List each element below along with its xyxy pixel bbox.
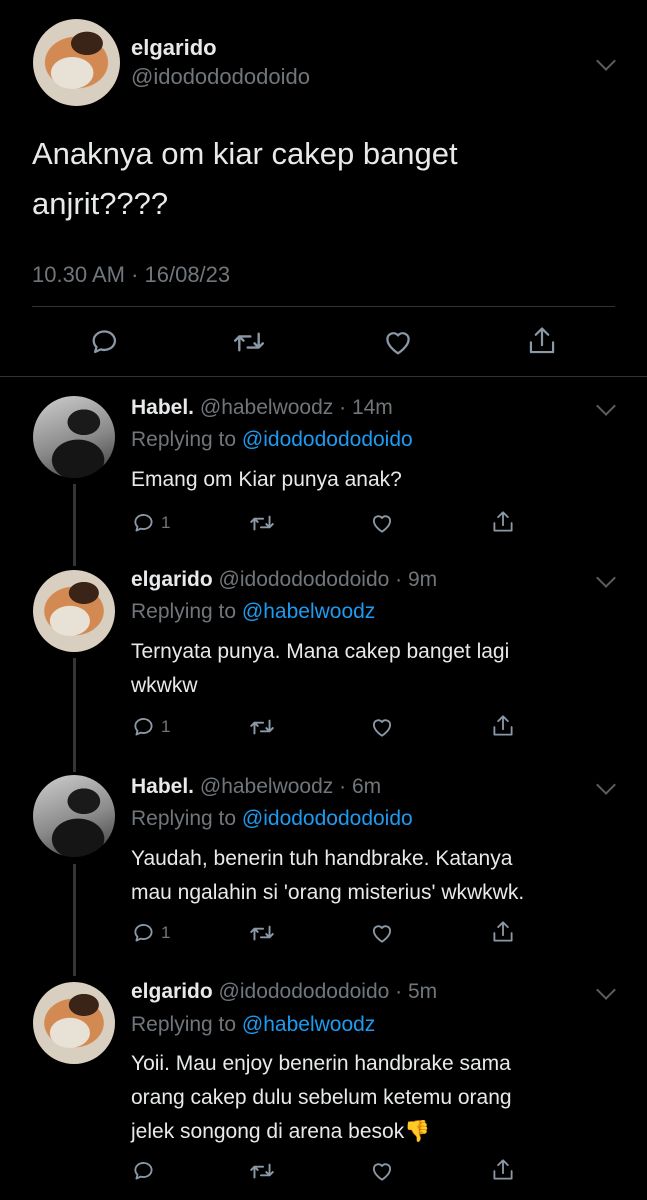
author-meta[interactable]: @habelwoodz · 6m [200, 775, 381, 798]
chevron-down-icon[interactable] [596, 568, 616, 588]
replying-label: Replying to [131, 600, 237, 623]
thread-line [73, 484, 76, 566]
avatar[interactable] [33, 570, 115, 652]
heart-icon[interactable] [381, 325, 415, 359]
reply-text-line: Emang om Kiar punya anak? [131, 468, 402, 491]
share-icon[interactable] [525, 323, 559, 359]
mention-link[interactable]: @idododododoido [242, 807, 413, 830]
replying-label: Replying to [131, 428, 237, 451]
author-name[interactable]: Habel. [131, 775, 194, 798]
author-name[interactable]: elgarido [131, 568, 213, 591]
avatar[interactable] [33, 982, 115, 1064]
share-icon[interactable] [490, 1156, 516, 1184]
share-icon[interactable] [490, 508, 516, 536]
avatar[interactable] [33, 396, 115, 478]
mention-link[interactable]: @idododododoido [242, 428, 413, 451]
tweet-text-line: anjrit???? [32, 186, 169, 221]
tweet-text-line: Anaknya om kiar cakep banget [32, 136, 458, 171]
author-meta[interactable]: @idododododoido · 9m [219, 568, 438, 591]
reply-header: Habel. @habelwoodz · 14m [131, 396, 393, 420]
replying-to: Replying to @habelwoodz [131, 1013, 375, 1037]
reply-text-line: wkwkw [131, 674, 198, 697]
timestamp: 10.30 AM · 16/08/23 [32, 262, 231, 287]
reply-header: Habel. @habelwoodz · 6m [131, 775, 381, 799]
share-icon[interactable] [490, 712, 516, 740]
reply-icon[interactable] [88, 325, 122, 359]
author-meta[interactable]: @idododododoido · 5m [219, 980, 438, 1003]
chevron-down-icon[interactable] [596, 775, 616, 795]
author-meta[interactable]: @habelwoodz · 14m [200, 396, 393, 419]
divider [0, 376, 647, 377]
chevron-down-icon[interactable] [596, 396, 616, 416]
avatar[interactable] [33, 19, 120, 106]
divider [32, 306, 615, 307]
heart-icon[interactable] [369, 1158, 395, 1184]
share-icon[interactable] [490, 918, 516, 946]
retweet-icon[interactable] [231, 325, 267, 359]
reply-icon[interactable] [131, 510, 157, 536]
replying-to: Replying to @idododododoido [131, 428, 413, 452]
reply-icon[interactable] [131, 1158, 157, 1184]
retweet-icon[interactable] [248, 920, 276, 946]
thread-line [73, 864, 76, 976]
replying-to: Replying to @idododododoido [131, 807, 413, 831]
thread-line [73, 658, 76, 772]
replying-label: Replying to [131, 1013, 237, 1036]
mention-link[interactable]: @habelwoodz [242, 1013, 375, 1036]
reply-text-line: jelek songong di arena besok👎 [131, 1120, 431, 1143]
chevron-down-icon[interactable] [596, 51, 616, 71]
reply-count: 1 [161, 717, 171, 736]
reply-header: elgarido @idododododoido · 9m [131, 568, 437, 592]
reply-text-line: Yaudah, benerin tuh handbrake. Katanya [131, 847, 513, 870]
reply-text-line: Yoii. Mau enjoy benerin handbrake sama [131, 1052, 511, 1075]
retweet-icon[interactable] [248, 714, 276, 740]
author-name[interactable]: elgarido [131, 980, 213, 1003]
author-name[interactable]: elgarido [131, 35, 217, 61]
reply-text-line: Ternyata punya. Mana cakep banget lagi [131, 640, 510, 663]
reply-text-line: mau ngalahin si 'orang misterius' wkwkwk… [131, 881, 525, 904]
retweet-icon[interactable] [248, 1158, 276, 1184]
reply-count: 1 [161, 513, 171, 532]
avatar[interactable] [33, 775, 115, 857]
author-handle[interactable]: @idododododoido [131, 64, 310, 90]
mention-link[interactable]: @habelwoodz [242, 600, 375, 623]
heart-icon[interactable] [369, 510, 395, 536]
reply-header: elgarido @idododododoido · 5m [131, 980, 437, 1004]
retweet-icon[interactable] [248, 510, 276, 536]
reply-icon[interactable] [131, 920, 157, 946]
heart-icon[interactable] [369, 920, 395, 946]
reply-icon[interactable] [131, 714, 157, 740]
replying-to: Replying to @habelwoodz [131, 600, 375, 624]
reply-text-line: orang cakep dulu sebelum ketemu orang [131, 1086, 512, 1109]
replying-label: Replying to [131, 807, 237, 830]
chevron-down-icon[interactable] [596, 980, 616, 1000]
reply-count: 1 [161, 923, 171, 942]
author-name[interactable]: Habel. [131, 396, 194, 419]
heart-icon[interactable] [369, 714, 395, 740]
